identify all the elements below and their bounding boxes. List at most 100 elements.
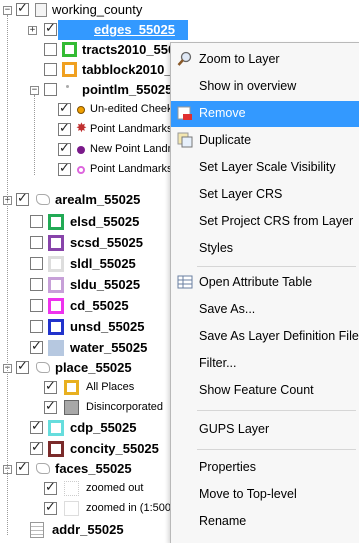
menu-item-open-attribute-table[interactable]: Open Attribute Table: [171, 270, 359, 296]
polygon-layer-icon: [36, 362, 50, 373]
menu-item-remove[interactable]: Remove: [171, 101, 359, 127]
layer-checkbox[interactable]: [30, 278, 43, 291]
polygon-symbol: [48, 214, 64, 230]
polygon-symbol: [48, 420, 64, 436]
context-menu: Zoom to Layer Show in overview Remove Du…: [170, 42, 359, 543]
menu-item-duplicate[interactable]: Duplicate: [171, 128, 359, 154]
class-label: zoomed out: [86, 482, 144, 494]
polygon-symbol: [48, 256, 64, 272]
layer-checkbox[interactable]: [44, 43, 57, 56]
point-symbol: [77, 166, 85, 174]
class-label: Point Landmarks: [90, 163, 173, 175]
group-label: working_county: [52, 2, 143, 17]
class-checkbox[interactable]: [44, 379, 57, 394]
class-checkbox[interactable]: [58, 161, 71, 176]
class-checkbox[interactable]: [58, 141, 71, 156]
polygon-symbol: [64, 481, 79, 496]
table-icon: [177, 274, 193, 290]
collapse-icon[interactable]: −: [3, 6, 12, 15]
menu-item-properties[interactable]: Properties: [171, 455, 359, 481]
collapse-icon[interactable]: −: [30, 86, 39, 95]
menu-item-set-project-crs[interactable]: Set Project CRS from Layer: [171, 209, 359, 235]
class-checkbox[interactable]: [44, 399, 57, 414]
layer-label: cdp_55025: [70, 420, 137, 435]
remove-icon: [177, 105, 193, 121]
layer-checkbox[interactable]: [44, 21, 57, 36]
polygon-layer-icon: [36, 194, 50, 205]
menu-item-show-in-overview[interactable]: Show in overview: [171, 74, 359, 100]
layer-checkbox[interactable]: [30, 215, 43, 228]
layer-checkbox[interactable]: [30, 419, 43, 434]
polygon-symbol: [62, 62, 77, 77]
menu-item-move-to-top-level[interactable]: Move to Top-level: [171, 482, 359, 508]
tree-connector: [7, 15, 8, 535]
layer-checkbox[interactable]: [30, 299, 43, 312]
star-symbol-icon: ✸: [76, 121, 87, 136]
menu-item-rename[interactable]: Rename: [171, 509, 359, 535]
class-label: Point Landmarks: [90, 123, 173, 135]
polygon-symbol: [48, 277, 64, 293]
layer-label: elsd_55025: [70, 214, 140, 229]
polygon-symbol: [64, 380, 79, 395]
layer-label: scsd_55025: [70, 235, 144, 250]
layer-checkbox[interactable]: [44, 83, 57, 96]
group-icon: [35, 3, 47, 17]
layer-label: sldl_55025: [70, 256, 136, 271]
menu-item-gups-layer[interactable]: GUPS Layer: [171, 417, 359, 443]
class-checkbox[interactable]: [44, 480, 57, 495]
menu-item-set-layer-crs[interactable]: Set Layer CRS: [171, 182, 359, 208]
menu-item-save-as[interactable]: Save As...: [171, 297, 359, 323]
tree-connector: [34, 95, 35, 175]
class-label: Disincorporated: [86, 401, 164, 413]
menu-item-styles[interactable]: Styles: [171, 236, 359, 262]
layer-checkbox[interactable]: [44, 63, 57, 76]
duplicate-icon: [177, 132, 193, 148]
polygon-symbol: [64, 501, 79, 516]
class-checkbox[interactable]: [58, 101, 71, 116]
class-label: All Places: [86, 381, 135, 393]
polygon-symbol: [64, 400, 79, 415]
layer-checkbox[interactable]: [16, 191, 29, 206]
class-checkbox[interactable]: [44, 500, 57, 515]
menu-separator: [197, 266, 356, 267]
class-label: Un-edited Cheeks: [90, 103, 179, 115]
menu-item-filter[interactable]: Filter...: [171, 351, 359, 377]
layer-label: pointlm_55025: [82, 82, 173, 97]
layer-label: arealm_55025: [55, 192, 141, 207]
menu-separator: [197, 410, 356, 411]
point-symbol: [77, 146, 85, 154]
layer-label: edges_55025: [94, 22, 175, 37]
tree-row-group[interactable]: − working_county: [0, 0, 359, 20]
layer-checkbox[interactable]: [16, 460, 29, 475]
menu-item-save-as-layer-definition[interactable]: Save As Layer Definition File...: [171, 324, 359, 350]
layer-checkbox[interactable]: [30, 320, 43, 333]
menu-separator: [197, 449, 356, 450]
polygon-symbol: [48, 340, 64, 356]
class-checkbox[interactable]: [58, 121, 71, 136]
layer-checkbox[interactable]: [16, 359, 29, 374]
menu-item-set-layer-scale-visibility[interactable]: Set Layer Scale Visibility: [171, 155, 359, 181]
layer-label: water_55025: [70, 340, 148, 355]
polygon-symbol: [62, 42, 77, 57]
polygon-symbol: [48, 319, 64, 335]
layer-checkbox[interactable]: [30, 257, 43, 270]
magnifier-icon: [177, 51, 193, 67]
layer-checkbox[interactable]: [16, 1, 29, 16]
layer-label: cd_55025: [70, 298, 129, 313]
layer-checkbox[interactable]: [30, 440, 43, 455]
menu-item-show-feature-count[interactable]: Show Feature Count: [171, 378, 359, 404]
polygon-layer-icon: [36, 463, 50, 474]
layer-label: addr_55025: [52, 522, 124, 537]
polygon-symbol: [48, 235, 64, 251]
polygon-symbol: [48, 441, 64, 457]
layer-checkbox[interactable]: [30, 339, 43, 354]
table-layer-icon: [30, 522, 44, 538]
menu-item-zoom-to-layer[interactable]: Zoom to Layer: [171, 47, 359, 73]
point-symbol: [66, 85, 69, 88]
layer-checkbox[interactable]: [30, 236, 43, 249]
expand-icon[interactable]: +: [28, 26, 37, 35]
tree-row-layer[interactable]: + edges_55025: [0, 20, 359, 40]
layer-label: sldu_55025: [70, 277, 141, 292]
layer-label: concity_55025: [70, 441, 159, 456]
layer-label: place_55025: [55, 360, 132, 375]
